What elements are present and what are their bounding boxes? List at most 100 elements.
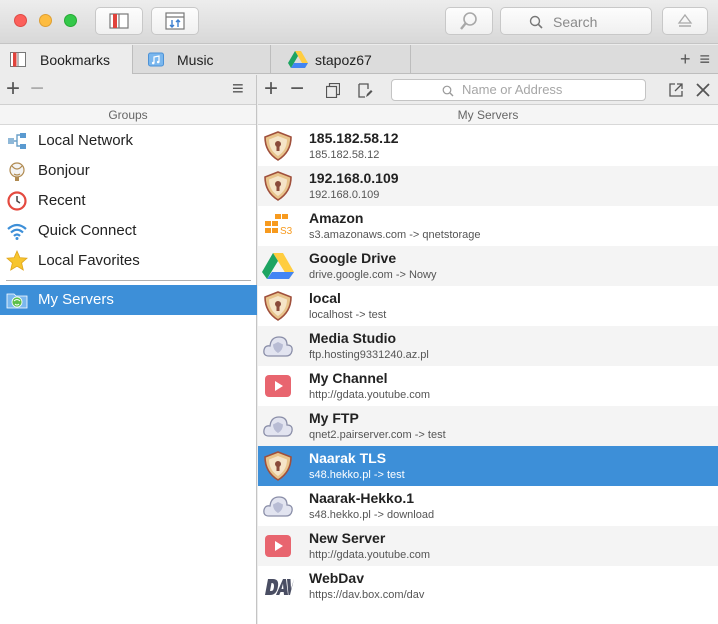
server-row[interactable]: Google Drive drive.google.com -> Nowy: [258, 246, 718, 286]
groups-pane: + − ≡ Groups Local Network Bonjour Recen…: [0, 75, 257, 624]
search-icon: [442, 85, 454, 97]
server-address: 185.182.58.12: [309, 149, 380, 161]
bonjour-icon: [9, 162, 25, 181]
cloud-icon: [263, 336, 293, 357]
server-row[interactable]: Naarak-Hekko.1 s48.hekko.pl -> download: [258, 486, 718, 526]
server-name: Naarak TLS: [309, 450, 387, 466]
server-name: Media Studio: [309, 330, 397, 346]
server-name: My FTP: [309, 410, 359, 426]
add-server-button[interactable]: +: [264, 77, 278, 101]
group-item-local-favorites[interactable]: Local Favorites: [0, 246, 257, 276]
tab-bar: Bookmarks Music stapoz67 + ≡: [0, 45, 718, 74]
remove-group-button[interactable]: −: [30, 77, 44, 101]
groups-toolbar: + − ≡: [0, 75, 256, 105]
cloud-icon: [263, 416, 293, 437]
server-address: http://gdata.youtube.com: [309, 389, 431, 401]
youtube-icon: [265, 535, 291, 557]
network-icon: [8, 133, 26, 149]
server-row[interactable]: My FTP qnet2.pairserver.com -> test: [258, 406, 718, 446]
star-icon: [6, 250, 28, 271]
edit-icon[interactable]: [358, 83, 373, 98]
search-placeholder: Search: [553, 14, 598, 30]
youtube-icon: [265, 375, 291, 397]
my-servers-icon: [6, 293, 28, 309]
groups-divider: [6, 280, 251, 281]
server-row[interactable]: local localhost -> test: [258, 286, 718, 326]
server-name: New Server: [309, 530, 386, 546]
google-drive-icon: [288, 51, 308, 68]
shield-icon: [264, 291, 292, 321]
tab-music[interactable]: Music: [133, 45, 271, 74]
music-folder-icon: [148, 52, 164, 67]
server-name: 185.182.58.12: [309, 130, 399, 146]
groups-menu-button[interactable]: ≡: [232, 77, 244, 101]
server-row[interactable]: Naarak TLS s48.hekko.pl -> test: [258, 446, 718, 486]
server-name: Naarak-Hekko.1: [309, 490, 415, 506]
tab-label: stapoz67: [315, 52, 372, 68]
server-row[interactable]: Media Studio ftp.hosting9331240.az.pl: [258, 326, 718, 366]
transfer-window-button[interactable]: [151, 7, 199, 35]
server-row[interactable]: 192.168.0.109 192.168.0.109: [258, 166, 718, 206]
zoom-window-button[interactable]: [64, 14, 77, 27]
server-name: WebDav: [309, 570, 364, 586]
dav-icon: [265, 579, 294, 595]
close-icon[interactable]: [696, 83, 710, 97]
shield-icon: [264, 131, 292, 161]
server-row[interactable]: 185.182.58.12 185.182.58.12: [258, 126, 718, 166]
server-row[interactable]: WebDav https://dav.box.com/dav: [258, 566, 718, 606]
shield-icon: [264, 451, 292, 481]
tab-label: Music: [177, 52, 214, 68]
svg-text:S3: S3: [280, 226, 293, 237]
group-label: Bonjour: [38, 162, 90, 179]
server-address: s48.hekko.pl -> download: [309, 509, 435, 521]
transfer-icon: [165, 12, 185, 30]
server-name: My Channel: [309, 370, 388, 386]
remove-server-button[interactable]: −: [290, 77, 304, 101]
server-row[interactable]: S3 Amazon s3.amazonaws.com -> qnetstorag…: [258, 206, 718, 246]
open-external-icon[interactable]: [669, 83, 683, 97]
address-input[interactable]: [462, 82, 637, 97]
amazon-s3-icon: S3: [265, 214, 293, 237]
wifi-icon: [7, 223, 27, 240]
magnifier-icon: [460, 12, 477, 30]
server-row[interactable]: My Channel http://gdata.youtube.com: [258, 366, 718, 406]
group-item-quick-connect[interactable]: Quick Connect: [0, 216, 257, 246]
eject-icon: [677, 13, 693, 27]
server-address: qnet2.pairserver.com -> test: [309, 429, 446, 441]
server-address: s3.amazonaws.com -> qnetstorage: [309, 229, 481, 241]
duplicate-icon[interactable]: [326, 83, 340, 98]
server-row[interactable]: New Server http://gdata.youtube.com: [258, 526, 718, 566]
window-toolbar: Search: [0, 0, 718, 44]
group-item-recent[interactable]: Recent: [0, 186, 257, 216]
recent-icon: [7, 191, 27, 211]
server-address: https://dav.box.com/dav: [309, 589, 425, 601]
quick-look-button[interactable]: [445, 7, 493, 35]
server-name: Google Drive: [309, 250, 397, 266]
server-address: ftp.hosting9331240.az.pl: [309, 349, 429, 361]
add-group-button[interactable]: +: [6, 77, 20, 101]
close-window-button[interactable]: [14, 14, 27, 27]
toggle-bookmarks-button[interactable]: [95, 7, 143, 35]
tab-stapoz67[interactable]: stapoz67: [271, 45, 411, 74]
group-label: My Servers: [38, 291, 114, 308]
group-item-bonjour[interactable]: Bonjour: [0, 156, 257, 186]
google-drive-icon: [262, 253, 294, 279]
groups-header: Groups: [0, 105, 256, 125]
minimize-window-button[interactable]: [39, 14, 52, 27]
address-field[interactable]: [391, 79, 646, 101]
tab-actions[interactable]: + ≡: [680, 49, 712, 70]
tab-label: Bookmarks: [40, 52, 111, 68]
bookmarks-icon: [10, 52, 26, 67]
group-item-local-network[interactable]: Local Network: [0, 126, 257, 156]
search-field[interactable]: Search: [500, 7, 652, 35]
servers-toolbar: + −: [258, 75, 718, 105]
server-address: drive.google.com -> Nowy: [309, 269, 437, 281]
eject-button[interactable]: [662, 7, 708, 35]
servers-header: My Servers: [258, 105, 718, 125]
cloud-icon: [263, 496, 293, 517]
group-label: Local Network: [38, 132, 134, 149]
book-icon: [109, 13, 129, 29]
group-item-my-servers[interactable]: My Servers: [0, 285, 257, 315]
tab-bookmarks[interactable]: Bookmarks: [0, 45, 133, 74]
server-address: 192.168.0.109: [309, 189, 380, 201]
